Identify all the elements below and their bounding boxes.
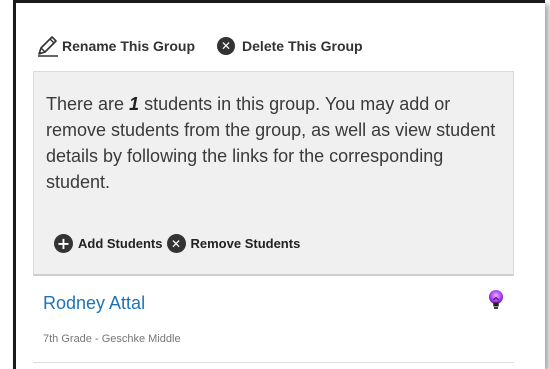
rename-group-button[interactable]: Rename This Group [36, 35, 195, 57]
group-toolbar: Rename This Group ✕ Delete This Group [36, 33, 363, 59]
student-list-item: Rodney Attal 7th Grade - Geschke Middle [33, 277, 514, 363]
pencil-icon [38, 36, 58, 57]
student-actions: + Add Students ✕ Remove Students [54, 234, 300, 253]
delete-group-button[interactable]: ✕ Delete This Group [217, 37, 363, 55]
add-students-button[interactable]: + Add Students [54, 234, 163, 253]
group-info-box: There are 1 students in this group. You … [33, 71, 514, 276]
delete-group-label: Delete This Group [242, 38, 363, 54]
lightbulb-icon [489, 290, 503, 309]
group-info-text: There are 1 students in this group. You … [46, 91, 506, 195]
x-circle-icon: ✕ [217, 37, 236, 55]
x-circle-icon: ✕ [166, 234, 186, 253]
remove-students-label: Remove Students [190, 236, 301, 251]
student-detail: 7th Grade - Geschke Middle [43, 333, 181, 345]
add-students-label: Add Students [78, 236, 163, 251]
info-text-before: There are [46, 94, 130, 114]
remove-students-button[interactable]: ✕ Remove Students [166, 234, 301, 253]
plus-circle-icon: + [54, 234, 73, 253]
group-panel: Rename This Group ✕ Delete This Group Th… [13, 0, 545, 369]
rename-group-label: Rename This Group [62, 38, 196, 54]
student-name-link[interactable]: Rodney Attal [43, 293, 145, 314]
student-count: 1 [129, 94, 140, 114]
